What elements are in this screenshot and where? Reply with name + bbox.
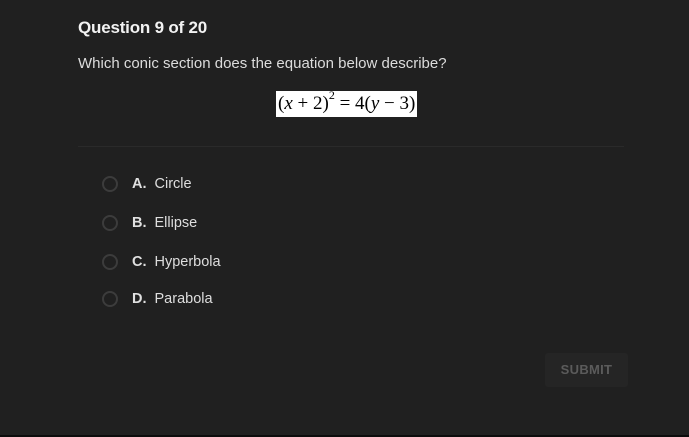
option-letter: D. (132, 291, 147, 307)
answer-options: A. Circle B. Ellipse C. Hyperbola D. Par… (102, 172, 221, 326)
equation-rhs-rest: − 3) (379, 93, 416, 114)
option-c[interactable]: C. Hyperbola (102, 250, 221, 274)
option-d[interactable]: D. Parabola (102, 287, 221, 311)
option-text: Circle (154, 176, 192, 192)
equation-exponent: 2 (328, 88, 335, 102)
radio-button-c[interactable] (102, 254, 118, 270)
option-a[interactable]: A. Circle (102, 172, 221, 196)
radio-button-b[interactable] (102, 215, 118, 231)
radio-button-d[interactable] (102, 291, 118, 307)
equation-x-variable: x (284, 93, 293, 114)
option-text: Hyperbola (154, 254, 221, 270)
equation-lhs-rest: + 2) (292, 93, 329, 114)
question-prompt: Which conic section does the equation be… (78, 55, 447, 72)
question-counter: Question 9 of 20 (78, 18, 208, 37)
option-b[interactable]: B. Ellipse (102, 211, 221, 235)
option-letter: C. (132, 254, 147, 270)
option-text: Ellipse (154, 215, 198, 231)
radio-button-a[interactable] (102, 176, 118, 192)
equation-equals: = 4( (334, 93, 371, 114)
option-text: Parabola (154, 291, 213, 307)
option-letter: A. (132, 176, 147, 192)
submit-button[interactable]: SUBMIT (545, 353, 628, 387)
section-divider (78, 146, 624, 147)
option-letter: B. (132, 215, 147, 231)
equation-image: (x + 2)2 = 4(y − 3) (276, 88, 418, 117)
